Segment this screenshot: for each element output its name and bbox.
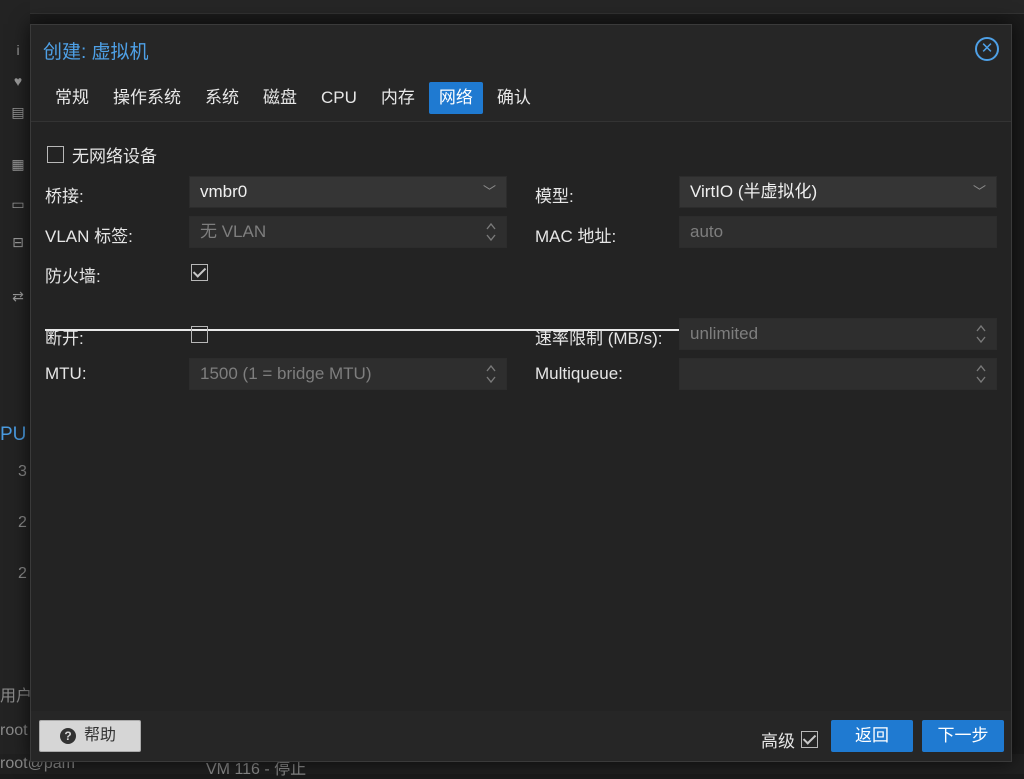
rate-limit-input[interactable]: unlimited (679, 318, 997, 350)
vlan-tag-input[interactable]: 无 VLAN (189, 216, 507, 248)
dialog-footer: ? 帮助 高级 返回 下一步 (31, 711, 1011, 761)
multiqueue-label: Multiqueue: (535, 364, 623, 384)
chevron-down-icon[interactable]: ﹀ (973, 177, 986, 207)
mac-address-placeholder: auto (690, 222, 723, 241)
no-network-device-checkbox[interactable] (47, 146, 64, 163)
background-user: root (0, 722, 28, 740)
model-value: VirtIO (半虚拟化) (690, 182, 817, 201)
background-row: 3 (18, 463, 27, 481)
network-icon: ⇄ (10, 288, 26, 304)
mac-address-label: MAC 地址: (535, 222, 616, 247)
info-icon: i (10, 42, 26, 58)
mtu-placeholder: 1500 (1 = bridge MTU) (200, 364, 372, 383)
tab-confirm[interactable]: 确认 (487, 82, 541, 114)
advanced-checkbox[interactable] (801, 731, 818, 748)
tab-os[interactable]: 操作系统 (103, 82, 191, 114)
chevron-down-icon[interactable]: ﹀ (483, 177, 496, 207)
rate-limit-label: 速率限制 (MB/s): (535, 324, 663, 349)
tab-general[interactable]: 常规 (45, 82, 99, 114)
tab-cpu[interactable]: CPU (311, 82, 367, 114)
tab-system[interactable]: 系统 (195, 82, 249, 114)
background-row: 2 (18, 565, 27, 583)
model-label: 模型: (535, 182, 574, 207)
cpu-icon: ▦ (10, 156, 26, 172)
rate-limit-placeholder: unlimited (690, 324, 758, 343)
background-header (0, 0, 1024, 14)
firewall-label: 防火墙: (45, 262, 101, 287)
help-button[interactable]: ? 帮助 (39, 720, 141, 752)
background-user-header: 用户 (0, 682, 32, 706)
disconnect-label: 断开: (45, 324, 84, 349)
disk-icon: ⊟ (10, 234, 26, 250)
disconnect-checkbox[interactable] (191, 326, 208, 343)
network-form: 无网络设备 桥接: vmbr0 ﹀ 模型: VirtIO (半虚拟化) ﹀ VL… (31, 121, 1011, 711)
memory-icon: ▭ (10, 196, 26, 212)
spinner-icon[interactable] (976, 323, 986, 345)
help-button-label: 帮助 (84, 727, 116, 744)
bridge-value: vmbr0 (200, 182, 247, 201)
tab-disks[interactable]: 磁盘 (253, 82, 307, 114)
bridge-label: 桥接: (45, 182, 84, 207)
background-row: 2 (18, 514, 27, 532)
create-vm-dialog: 创建: 虚拟机 ✕ 常规 操作系统 系统 磁盘 CPU 内存 网络 确认 无网络… (30, 24, 1012, 762)
next-button[interactable]: 下一步 (922, 720, 1004, 752)
dialog-titlebar[interactable]: 创建: 虚拟机 ✕ (31, 25, 1011, 73)
mtu-label: MTU: (45, 364, 87, 384)
document-icon: ▤ (10, 104, 26, 120)
wizard-tabs: 常规 操作系统 系统 磁盘 CPU 内存 网络 确认 (45, 82, 545, 114)
background-panel-title: PU (0, 424, 26, 446)
advanced-label: 高级 (761, 727, 795, 752)
spinner-icon[interactable] (486, 221, 496, 243)
dialog-title: 创建: 虚拟机 (43, 37, 149, 64)
bridge-select[interactable]: vmbr0 ﹀ (189, 176, 507, 208)
tab-memory[interactable]: 内存 (371, 82, 425, 114)
advanced-toggle[interactable]: 高级 (761, 727, 818, 752)
firewall-checkbox[interactable] (191, 264, 208, 281)
back-button[interactable]: 返回 (831, 720, 913, 752)
vlan-tag-placeholder: 无 VLAN (200, 222, 266, 241)
vlan-tag-label: VLAN 标签: (45, 222, 133, 247)
model-select[interactable]: VirtIO (半虚拟化) ﹀ (679, 176, 997, 208)
question-icon: ? (60, 728, 76, 744)
close-icon[interactable]: ✕ (975, 37, 999, 61)
multiqueue-input[interactable] (679, 358, 997, 390)
spinner-icon[interactable] (486, 363, 496, 385)
no-network-device-label: 无网络设备 (72, 142, 157, 167)
tab-network[interactable]: 网络 (429, 82, 483, 114)
mtu-input[interactable]: 1500 (1 = bridge MTU) (189, 358, 507, 390)
heartbeat-icon: ♥ (10, 73, 26, 89)
mac-address-input[interactable]: auto (679, 216, 997, 248)
no-network-device-row: 无网络设备 (47, 142, 157, 167)
spinner-icon[interactable] (976, 363, 986, 385)
